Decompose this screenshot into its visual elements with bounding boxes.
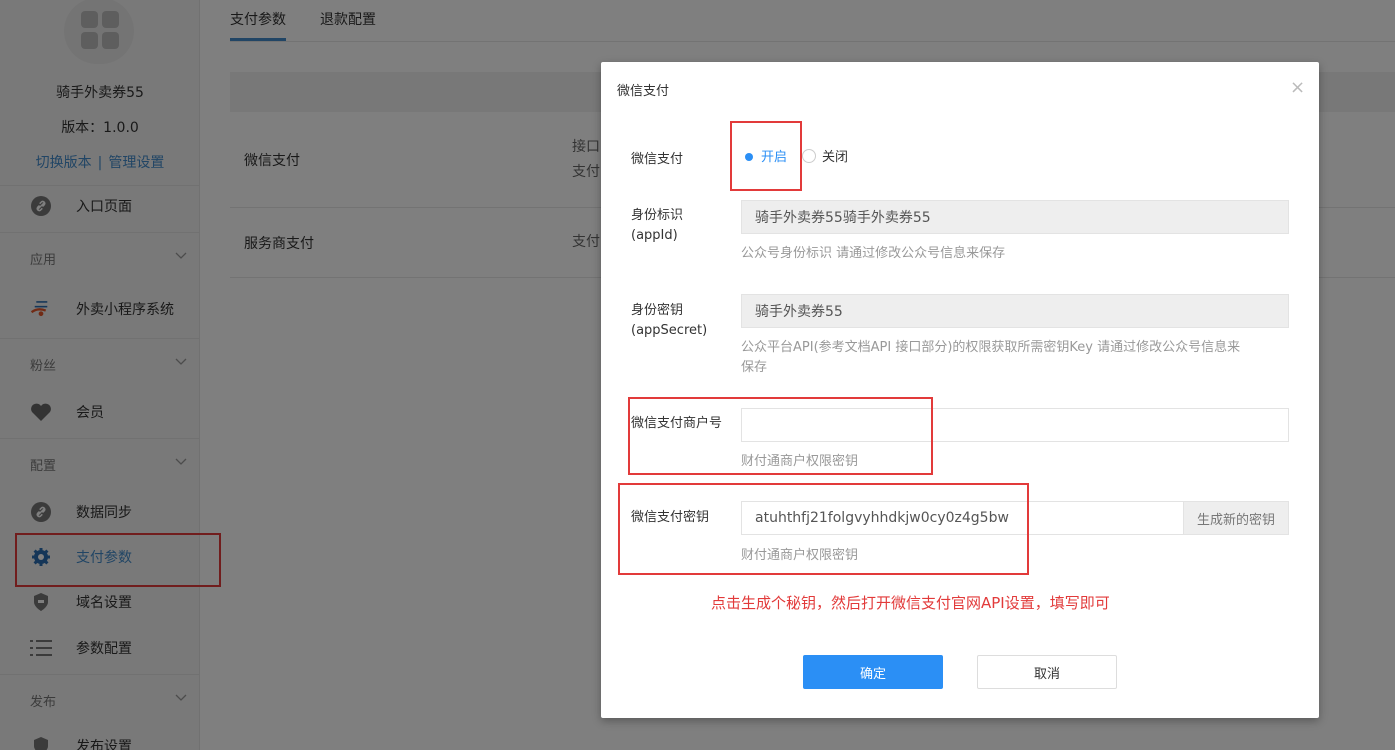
annotation-box [628, 397, 933, 475]
label-line: (appSecret) [631, 323, 708, 338]
cancel-button[interactable]: 取消 [977, 655, 1117, 689]
radio-disable[interactable]: 关闭 [802, 146, 848, 165]
wechat-pay-modal: 微信支付 × 微信支付 开启 关闭 身份标识 (appId) 骑手外卖券55骑手… [601, 62, 1319, 718]
annotation-box [730, 121, 802, 191]
annotation-box [618, 483, 1029, 575]
radio-label: 关闭 [822, 150, 849, 165]
label-line: 身份密钥 [631, 303, 684, 318]
label-line: (appId) [631, 228, 678, 243]
app-id-help: 公众号身份标识 请通过修改公众号信息来保存 [741, 246, 1006, 261]
app-id-input[interactable]: 骑手外卖券55骑手外卖券55 [741, 200, 1289, 234]
modal-title: 微信支付 [617, 84, 670, 99]
generate-key-button[interactable]: 生成新的密钥 [1184, 501, 1289, 535]
radio-dot [802, 148, 816, 163]
annotation-note: 点击生成个秘钥，然后打开微信支付官网API设置，填写即可 [711, 594, 1110, 612]
help-line: 公众平台API(参考文档API 接口部分)的权限获取所需密钥Key 请通过修改公… [741, 340, 1241, 355]
app-id-label: 身份标识 (appId) [631, 206, 683, 246]
help-line: 保存 [741, 360, 768, 375]
wechat-pay-label: 微信支付 [631, 152, 684, 167]
app-secret-label: 身份密钥 (appSecret) [631, 301, 707, 341]
app-secret-help: 公众平台API(参考文档API 接口部分)的权限获取所需密钥Key 请通过修改公… [741, 338, 1291, 378]
close-icon[interactable]: × [1290, 79, 1305, 97]
app-secret-input[interactable]: 骑手外卖券55 [741, 294, 1289, 328]
confirm-button[interactable]: 确定 [803, 655, 943, 689]
label-line: 身份标识 [631, 208, 684, 223]
